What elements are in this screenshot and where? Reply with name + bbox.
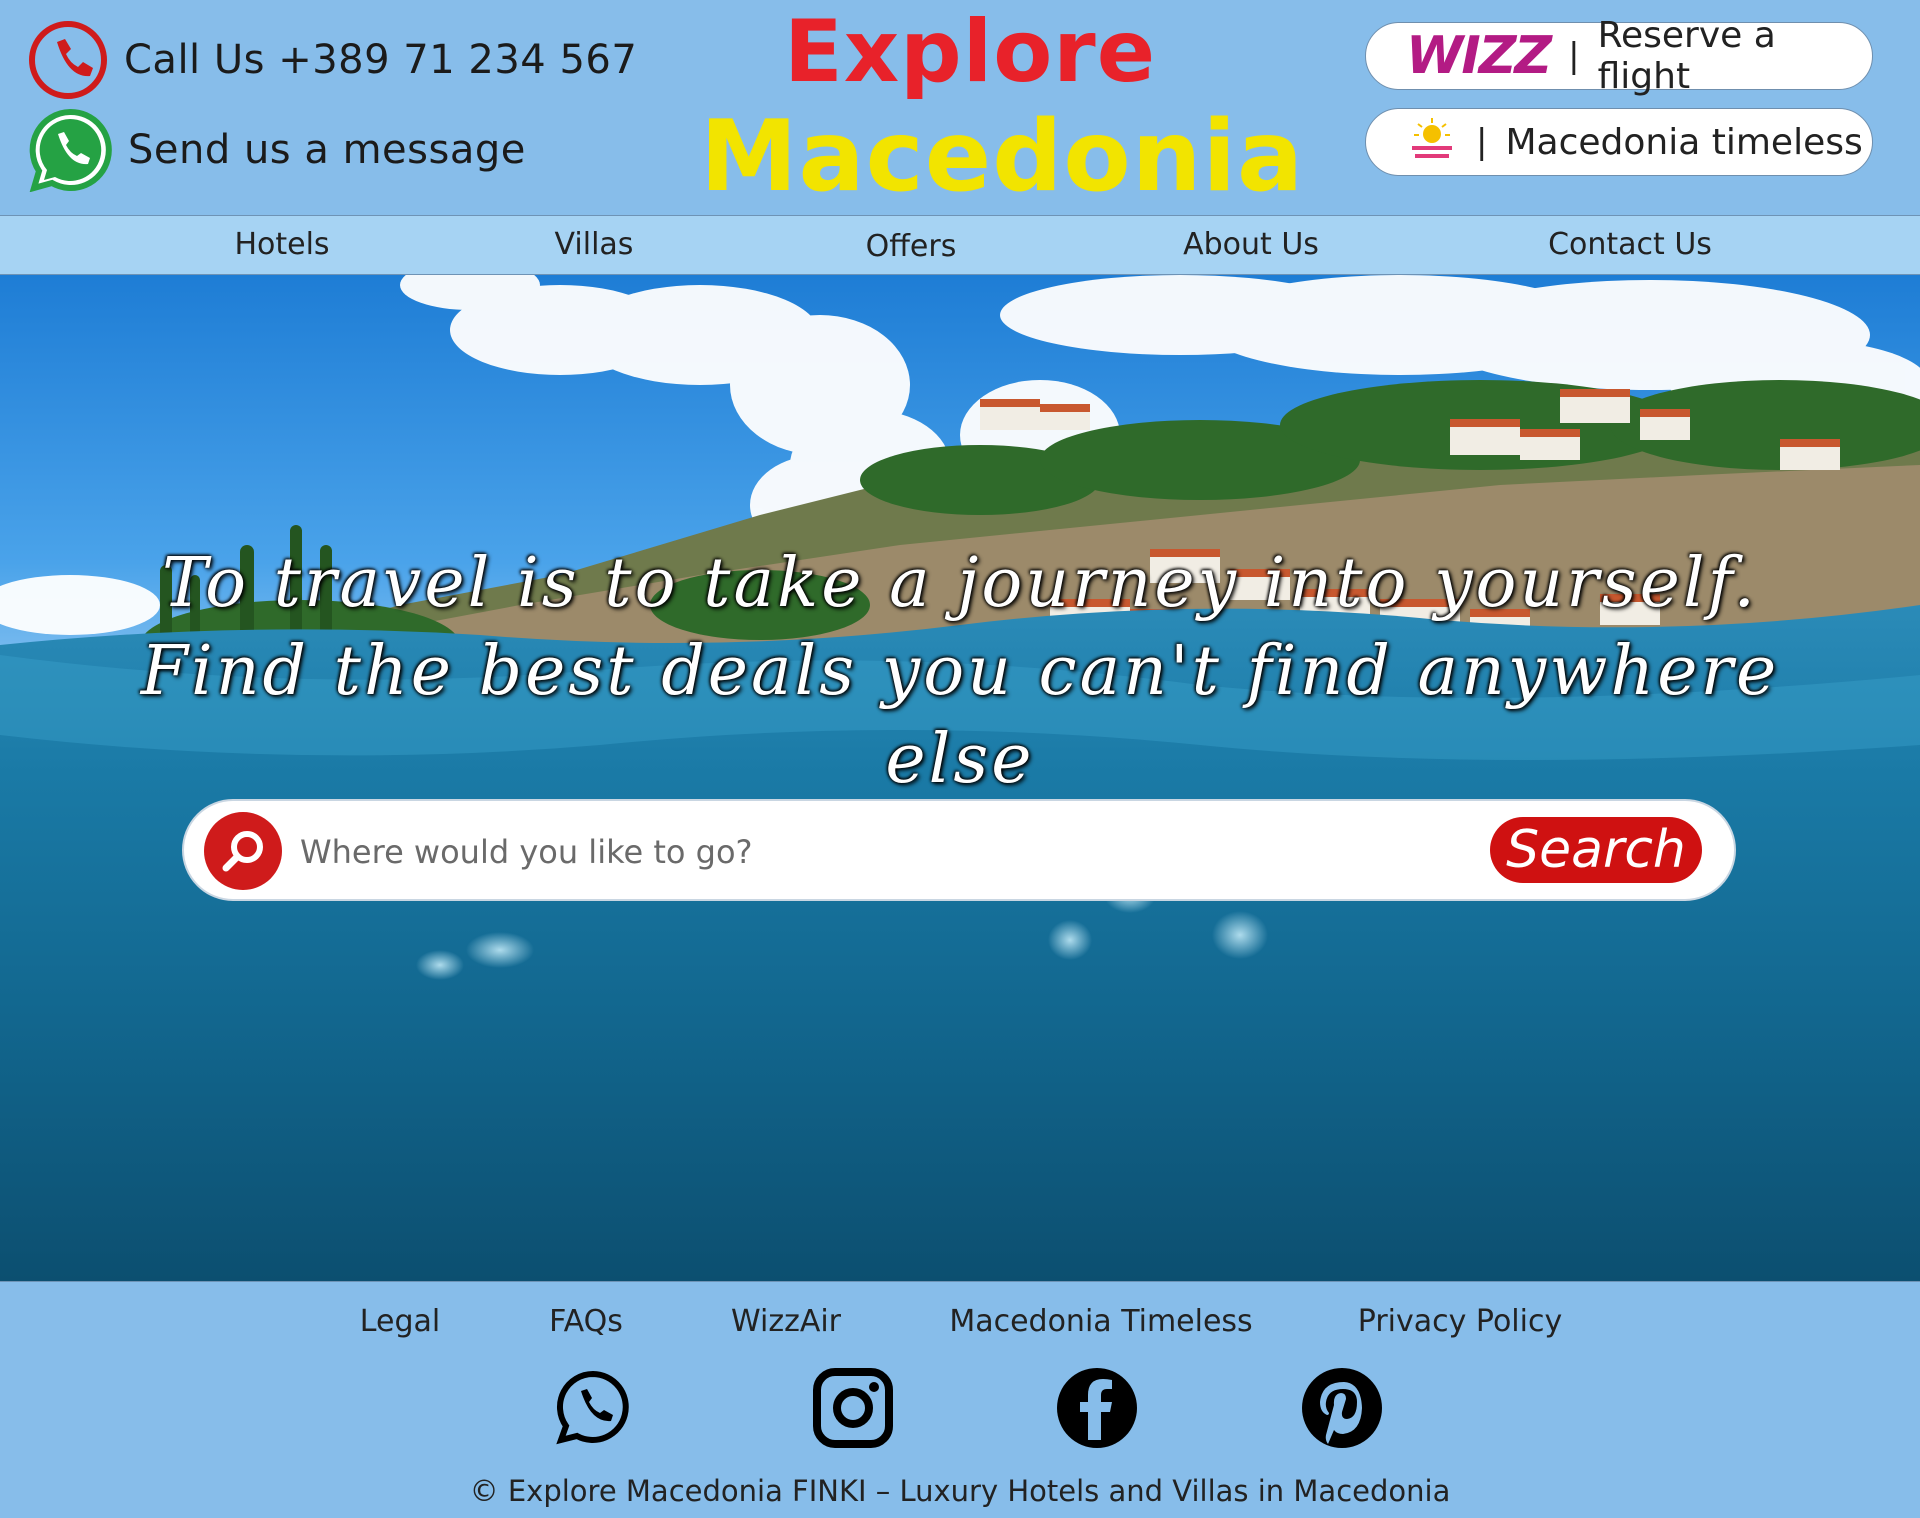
- reserve-flight-button[interactable]: WIZZ | Reserve a flight: [1365, 15, 1873, 97]
- site-footer: Legal FAQs WizzAir Macedonia Timeless Pr…: [0, 1281, 1920, 1518]
- search-bar: Search: [182, 799, 1736, 901]
- nav-item-offers[interactable]: Offers: [866, 218, 957, 276]
- hero-section: To travel is to take a journey into your…: [0, 275, 1920, 1281]
- message-text: Send us a message: [128, 127, 526, 173]
- send-message-link[interactable]: Send us a message: [28, 108, 526, 192]
- footer-link-privacy-policy[interactable]: Privacy Policy: [1358, 1304, 1562, 1339]
- logo-line-explore: Explore: [783, 2, 1157, 102]
- wizz-logo: WIZZ: [1406, 26, 1552, 86]
- macedonia-timeless-label: Macedonia timeless: [1505, 121, 1863, 163]
- call-us-link[interactable]: Call Us +389 71 234 567: [28, 20, 637, 100]
- reserve-flight-label: Reserve a flight: [1597, 15, 1776, 97]
- site-header: Call Us +389 71 234 567 Send us a messag…: [0, 0, 1920, 215]
- pill-separator: |: [1568, 36, 1580, 76]
- footer-link-macedonia-timeless[interactable]: Macedonia Timeless: [949, 1304, 1252, 1339]
- pinterest-icon[interactable]: [1300, 1366, 1384, 1450]
- macedonia-timeless-logo: [1412, 118, 1452, 158]
- footer-link-legal[interactable]: Legal: [360, 1304, 440, 1339]
- copyright-text: © Explore Macedonia FINKI – Luxury Hotel…: [469, 1474, 1451, 1508]
- whatsapp-icon: [29, 108, 112, 192]
- facebook-icon[interactable]: [1055, 1366, 1139, 1450]
- search-input[interactable]: [298, 819, 1362, 885]
- nav-item-hotels[interactable]: Hotels: [234, 216, 329, 274]
- instagram-icon[interactable]: [811, 1366, 895, 1450]
- site-logo[interactable]: Explore Macedonia: [700, 0, 1305, 215]
- hero-tagline: To travel is to take a journey into your…: [140, 544, 1780, 799]
- search-icon[interactable]: [204, 812, 282, 890]
- nav-item-about-us[interactable]: About Us: [1183, 216, 1319, 274]
- main-nav: Hotels Villas Offers About Us Contact Us: [0, 215, 1920, 275]
- logo-line-macedonia: Macedonia: [700, 100, 1305, 214]
- phone-text: Call Us +389 71 234 567: [124, 37, 638, 83]
- macedonia-timeless-button[interactable]: | Macedonia timeless: [1365, 108, 1873, 176]
- footer-link-faqs[interactable]: FAQs: [549, 1304, 623, 1339]
- phone-icon: [29, 21, 107, 99]
- nav-item-contact-us[interactable]: Contact Us: [1548, 216, 1712, 274]
- search-button[interactable]: Search: [1490, 817, 1702, 883]
- whatsapp-icon[interactable]: [551, 1366, 635, 1450]
- nav-item-villas[interactable]: Villas: [555, 216, 634, 274]
- pill-separator: |: [1476, 122, 1488, 162]
- footer-link-wizzair[interactable]: WizzAir: [731, 1304, 841, 1339]
